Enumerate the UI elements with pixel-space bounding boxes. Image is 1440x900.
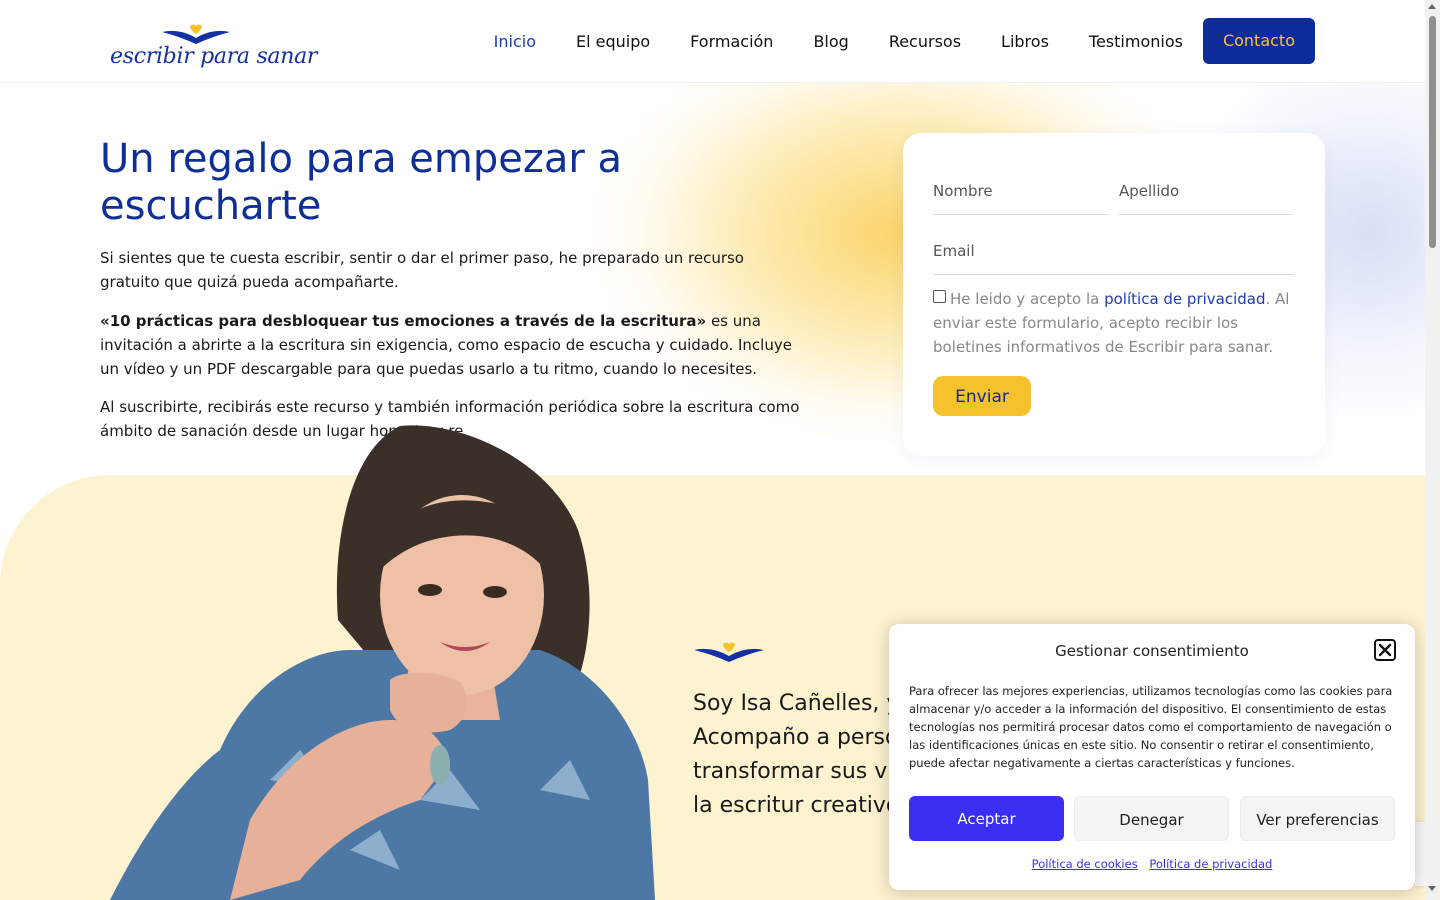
resource-title: «10 prácticas para desbloquear tus emoci…	[100, 312, 707, 330]
site-logo[interactable]: escribir para sanar	[108, 22, 317, 76]
cookie-policy-link[interactable]: Política de cookies	[1032, 857, 1138, 871]
hero-paragraph-2: «10 prácticas para desbloquear tus emoci…	[100, 309, 800, 381]
contact-button[interactable]: Contacto	[1202, 18, 1315, 64]
preferences-button[interactable]: Ver preferencias	[1240, 796, 1395, 841]
privacy-policy-link-footer[interactable]: Política de privacidad	[1149, 857, 1272, 871]
nav-el-equipo[interactable]: El equipo	[576, 32, 650, 51]
nav-recursos[interactable]: Recursos	[889, 32, 961, 51]
site-header: escribir para sanar Inicio El equipo For…	[0, 0, 1425, 83]
consent-text: He leido y acepto la política de privaci…	[933, 287, 1295, 359]
consent-pre: He leido y acepto la	[950, 290, 1105, 308]
scroll-up-icon[interactable]	[1428, 4, 1436, 9]
page-scrollbar[interactable]	[1425, 0, 1440, 900]
portrait-image	[110, 425, 655, 900]
privacy-policy-link[interactable]: política de privacidad	[1104, 290, 1265, 308]
accept-button[interactable]: Aceptar	[909, 796, 1064, 841]
scrollbar-thumb[interactable]	[1429, 16, 1436, 248]
nav-inicio[interactable]: Inicio	[494, 32, 536, 51]
nombre-field[interactable]: Nombre	[933, 173, 1108, 215]
hero-title: Un regalo para empezar a escucharte	[100, 136, 623, 229]
nav-blog[interactable]: Blog	[813, 32, 848, 51]
hero-paragraph-1: Si sientes que te cuesta escribir, senti…	[100, 249, 744, 291]
deny-button[interactable]: Denegar	[1074, 796, 1229, 841]
privacy-checkbox[interactable]	[933, 290, 946, 303]
cookie-consent-dialog: Gestionar consentimiento Para ofrecer la…	[889, 624, 1415, 890]
nav-formacion[interactable]: Formación	[690, 32, 773, 51]
recaptcha-badge[interactable]	[1415, 822, 1425, 886]
close-icon[interactable]	[1374, 639, 1396, 661]
subscribe-form: Nombre Apellido Email He leido y acepto …	[903, 133, 1325, 456]
apellido-field[interactable]: Apellido	[1119, 173, 1294, 215]
logo-wings-heart-icon	[694, 642, 764, 662]
cookie-dialog-text: Para ofrecer las mejores experiencias, u…	[909, 684, 1393, 770]
nav-testimonios[interactable]: Testimonios	[1089, 32, 1183, 51]
cookie-dialog-title: Gestionar consentimiento	[1055, 642, 1249, 660]
logo-text: escribir para sanar	[110, 44, 318, 69]
submit-button[interactable]: Enviar	[933, 376, 1031, 416]
main-nav: Inicio El equipo Formación Blog Recursos…	[454, 18, 1315, 64]
email-field[interactable]: Email	[933, 233, 1294, 275]
cookie-links: Política de cookies Política de privacid…	[889, 857, 1415, 871]
scroll-down-icon[interactable]	[1428, 886, 1436, 891]
nav-libros[interactable]: Libros	[1001, 32, 1049, 51]
